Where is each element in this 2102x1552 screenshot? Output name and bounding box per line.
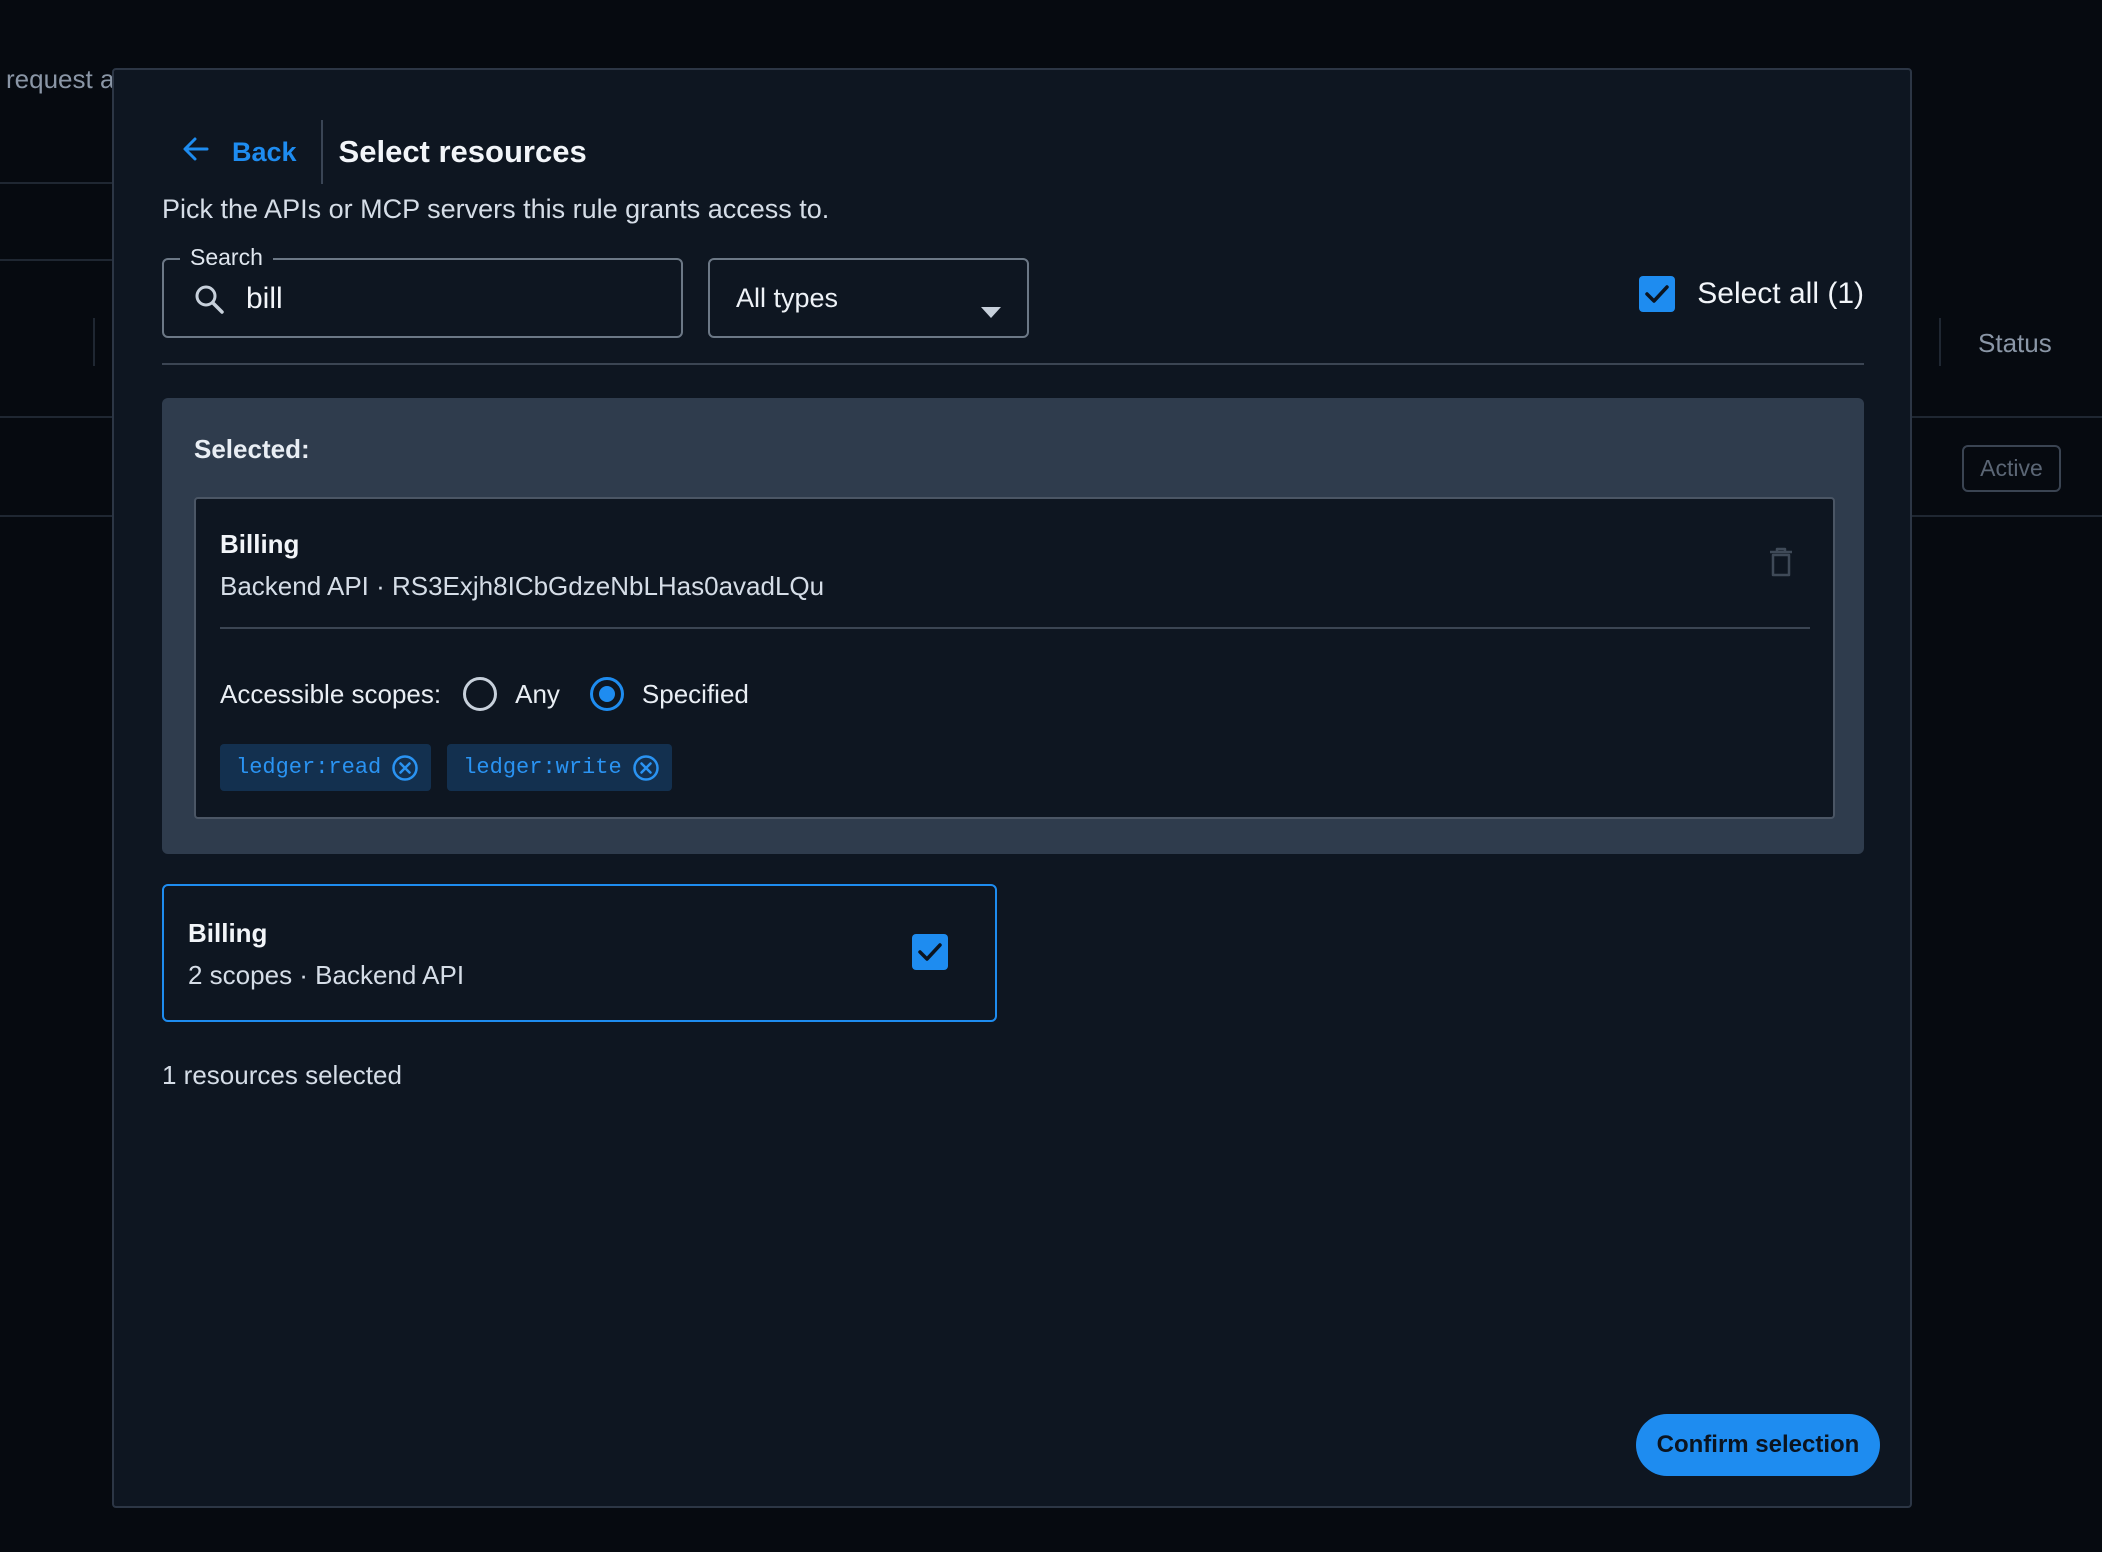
- selected-resources-panel: Selected: Billing Backend API · RS3Exjh8…: [162, 398, 1864, 854]
- background-column-divider: [1939, 318, 1941, 366]
- chevron-down-icon: [981, 294, 1001, 325]
- trash-icon[interactable]: [1769, 547, 1793, 582]
- select-all-toggle[interactable]: Select all (1): [1639, 276, 1864, 312]
- toolbar-divider: [162, 363, 1864, 365]
- background-status-header: Status: [1978, 328, 2052, 358]
- back-button[interactable]: Back: [164, 120, 321, 184]
- select-resources-dialog: Back Select resources Pick the APIs or M…: [112, 68, 1912, 1508]
- background-divider: [1912, 515, 2102, 517]
- search-input[interactable]: [246, 276, 666, 322]
- background-divider: [1912, 416, 2102, 418]
- checkmark-icon: [918, 943, 942, 961]
- scope-specified-label: Specified: [641, 678, 749, 709]
- background-divider: [0, 259, 112, 261]
- card-divider: [220, 627, 1810, 629]
- background-status-badge: Active: [1962, 445, 2061, 492]
- back-label: Back: [232, 136, 297, 167]
- scope-chip-label: ledger:write: [463, 755, 622, 780]
- search-legend: Search: [180, 244, 273, 271]
- resource-result-name: Billing: [188, 918, 268, 948]
- confirm-selection-button[interactable]: Confirm selection: [1636, 1414, 1880, 1476]
- resource-result-card[interactable]: Billing 2 scopes · Backend API: [162, 884, 997, 1022]
- background-fragment-text: request a: [6, 64, 115, 94]
- selected-resource-card: Billing Backend API · RS3Exjh8ICbGdzeNbL…: [194, 497, 1835, 819]
- accessible-scopes-row: Accessible scopes: Any Specified: [220, 673, 779, 715]
- scope-chip: ledger:write: [447, 744, 672, 791]
- select-all-label: Select all (1): [1697, 277, 1864, 310]
- scope-any-label: Any: [515, 678, 560, 709]
- checkmark-icon: [1645, 285, 1670, 303]
- background-column-divider: [93, 318, 95, 366]
- dialog-header: Back Select resources: [164, 120, 587, 184]
- scope-specified-radio[interactable]: [589, 677, 624, 711]
- search-icon: [194, 284, 224, 319]
- scope-chip: ledger:read: [220, 744, 432, 791]
- scope-chips: ledger:read ledger:write: [220, 744, 672, 791]
- background-divider: [0, 182, 112, 184]
- close-circle-icon[interactable]: [391, 754, 419, 782]
- selection-count: 1 resources selected: [162, 1060, 402, 1090]
- arrow-left-icon: [182, 135, 210, 170]
- resource-result-meta: 2 scopes · Backend API: [188, 960, 465, 990]
- type-filter-value: All types: [736, 282, 839, 313]
- dialog-title: Select resources: [338, 134, 587, 169]
- dialog-subtitle: Pick the APIs or MCP servers this rule g…: [162, 194, 830, 224]
- background-divider: [0, 515, 112, 517]
- selected-resource-name: Billing: [220, 529, 300, 559]
- background-divider: [0, 416, 112, 418]
- type-filter-select[interactable]: All types: [708, 258, 1029, 338]
- search-field[interactable]: Search: [162, 244, 683, 338]
- scope-chip-label: ledger:read: [236, 755, 382, 780]
- scope-any-radio[interactable]: [463, 677, 498, 711]
- select-all-checkbox[interactable]: [1639, 276, 1676, 312]
- selected-resource-meta: Backend API · RS3Exjh8ICbGdzeNbLHas0avad…: [220, 571, 825, 601]
- close-circle-icon[interactable]: [632, 754, 660, 782]
- selected-heading: Selected:: [194, 434, 310, 464]
- resource-result-checkbox[interactable]: [912, 934, 948, 970]
- accessible-scopes-label: Accessible scopes:: [220, 678, 442, 709]
